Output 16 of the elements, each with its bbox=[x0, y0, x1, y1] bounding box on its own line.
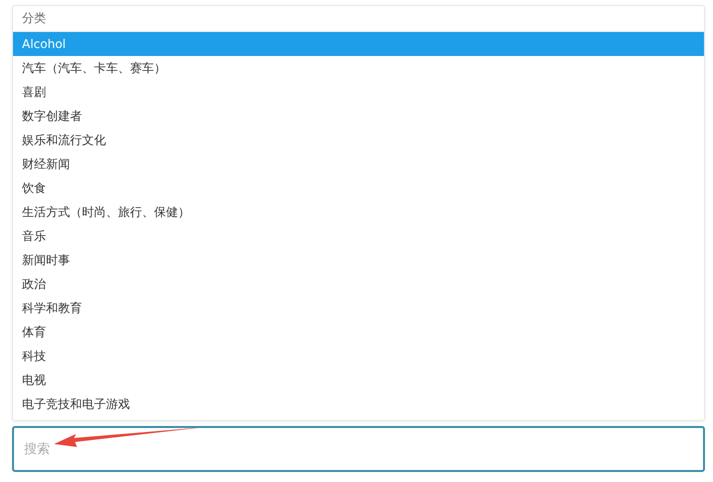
dropdown-option[interactable]: 生活方式（时尚、旅行、保健） bbox=[13, 200, 704, 224]
dropdown-option[interactable]: 电子竞技和电子游戏 bbox=[13, 392, 704, 416]
dropdown-option[interactable]: 音乐 bbox=[13, 224, 704, 248]
dropdown-option[interactable]: 新闻时事 bbox=[13, 248, 704, 272]
dropdown-option[interactable]: 科技 bbox=[13, 344, 704, 368]
dropdown-option[interactable]: 数字创建者 bbox=[13, 104, 704, 128]
dropdown-option[interactable]: 娱乐和流行文化 bbox=[13, 128, 704, 152]
search-field[interactable]: 搜索 bbox=[12, 426, 705, 472]
dropdown-option[interactable]: 电视 bbox=[13, 368, 704, 392]
dropdown-option[interactable]: 饮食 bbox=[13, 176, 704, 200]
dropdown-option[interactable]: 喜剧 bbox=[13, 80, 704, 104]
dropdown-option[interactable]: 政治 bbox=[13, 272, 704, 296]
dropdown-option[interactable]: 科学和教育 bbox=[13, 296, 704, 320]
dropdown-option[interactable]: 汽车（汽车、卡车、赛车） bbox=[13, 56, 704, 80]
dropdown-option[interactable]: 财经新闻 bbox=[13, 152, 704, 176]
dropdown-option[interactable]: 体育 bbox=[13, 320, 704, 344]
